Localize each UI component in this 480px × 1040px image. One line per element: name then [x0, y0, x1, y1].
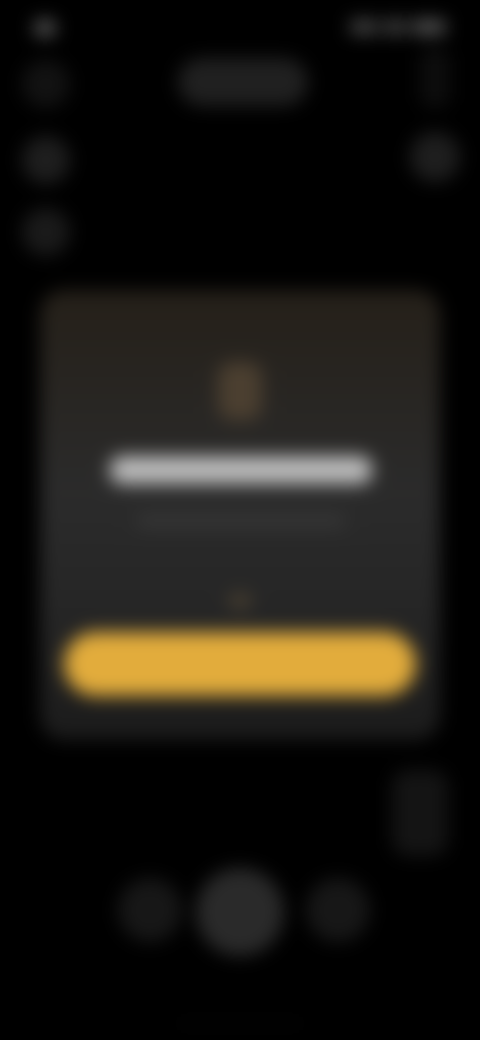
card-title-bar [110, 456, 372, 484]
blurred-content [0, 0, 480, 1040]
wifi-icon [384, 20, 406, 34]
zoom-slider[interactable] [392, 770, 448, 856]
left-controls [18, 60, 74, 260]
gallery-icon[interactable] [118, 878, 182, 942]
battery-icon [412, 20, 446, 34]
bottom-controls [0, 860, 480, 970]
camera-screen [0, 0, 480, 1040]
settings-icon[interactable] [22, 208, 70, 256]
side-strip [420, 48, 450, 108]
card-subtitle [136, 514, 346, 528]
flash-icon[interactable] [22, 60, 70, 108]
flip-camera-icon[interactable] [306, 878, 370, 942]
status-time [34, 16, 114, 38]
camera-icon [218, 362, 262, 420]
timer-icon[interactable] [22, 136, 70, 184]
signal-icon [350, 20, 378, 34]
allow-access-button[interactable] [64, 632, 416, 696]
permission-card [40, 290, 440, 740]
status-bar [0, 10, 480, 46]
shutter-button[interactable] [196, 868, 284, 956]
mode-pill[interactable] [178, 58, 308, 106]
more-icon[interactable] [410, 132, 460, 182]
card-indicator [228, 594, 252, 608]
home-indicator[interactable] [176, 1021, 304, 1026]
status-icons [350, 18, 446, 36]
